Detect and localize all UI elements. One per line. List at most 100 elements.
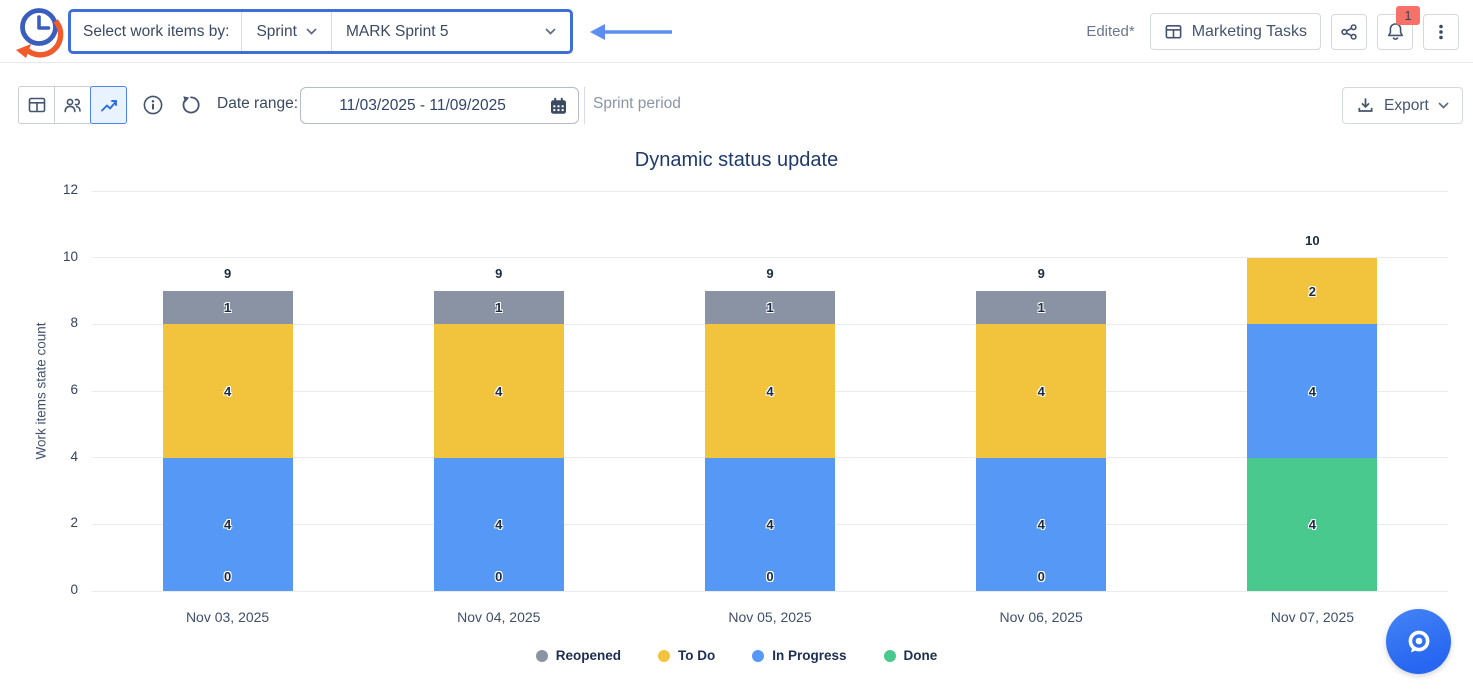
people-icon — [62, 95, 83, 116]
plot-area: 4 4 1 9 0 4 4 1 9 0 4 4 1 9 0 4 4 1 9 0 4 4 2 10 — [92, 191, 1448, 591]
bar-total-label: 9 — [976, 266, 1106, 281]
gridline — [92, 191, 1448, 192]
bar-segment[interactable]: 1 — [434, 291, 564, 324]
bar-total-label: 9 — [434, 266, 564, 281]
y-tick-label: 2 — [30, 515, 78, 530]
calendar-icon[interactable] — [548, 96, 569, 117]
bar-segment[interactable]: 1 — [976, 291, 1106, 324]
refresh-icon[interactable] — [180, 94, 202, 116]
bar-value-label: 4 — [1309, 517, 1316, 532]
bar-zero-label: 0 — [434, 568, 564, 586]
bar-value-label: 1 — [224, 300, 231, 315]
bar-value-label: 4 — [1038, 517, 1045, 532]
legend-label: In Progress — [772, 648, 846, 663]
bar-segment[interactable]: 4 — [1247, 324, 1377, 457]
work-item-selector: Select work items by: Sprint MARK Sprint… — [68, 9, 573, 54]
chevron-down-icon — [306, 28, 317, 35]
chevron-down-icon — [1438, 102, 1449, 109]
bar-value-label: 4 — [224, 517, 231, 532]
share-icon — [1339, 22, 1359, 42]
legend-swatch — [752, 650, 764, 662]
bar-segment[interactable]: 4 — [163, 324, 293, 457]
legend-label: Reopened — [556, 648, 621, 663]
bar-segment[interactable]: 1 — [705, 291, 835, 324]
annotation-arrow-left-icon — [588, 21, 676, 43]
people-view-button[interactable] — [54, 86, 91, 124]
edited-status: Edited* — [1086, 23, 1134, 40]
bar-zero-label: 0 — [705, 568, 835, 586]
bar-segment[interactable]: 4 — [1247, 458, 1377, 591]
x-axis-label: Nov 05, 2025 — [670, 609, 870, 625]
board-button[interactable]: Marketing Tasks — [1150, 13, 1321, 50]
bar-value-label: 4 — [1309, 384, 1316, 399]
bar-segment[interactable]: 1 — [163, 291, 293, 324]
share-button[interactable] — [1331, 14, 1367, 50]
bar-total-label: 10 — [1247, 233, 1377, 248]
time-in-status-logo — [9, 2, 67, 60]
bar-value-label: 1 — [766, 300, 773, 315]
chart-view-button[interactable] — [90, 86, 127, 124]
help-chat-fab[interactable] — [1386, 609, 1451, 674]
export-button[interactable]: Export — [1342, 87, 1463, 124]
download-icon — [1356, 96, 1375, 115]
bar-zero-label: 0 — [163, 568, 293, 586]
line-chart-icon — [99, 95, 119, 115]
bar-value-label: 1 — [495, 300, 502, 315]
sprint-dropdown[interactable]: MARK Sprint 5 — [332, 12, 570, 51]
bar-value-label: 4 — [1038, 384, 1045, 399]
table-icon — [27, 95, 47, 115]
view-toggle-group — [18, 86, 127, 124]
bar-value-label: 4 — [224, 384, 231, 399]
bar-segment[interactable]: 4 — [434, 324, 564, 457]
bar-value-label: 4 — [766, 517, 773, 532]
notifications-button[interactable]: 1 — [1377, 14, 1413, 50]
x-axis-label: Nov 06, 2025 — [941, 609, 1141, 625]
bar-segment[interactable]: 4 — [705, 324, 835, 457]
date-range-input[interactable]: 11/03/2025 - 11/09/2025 — [300, 87, 579, 124]
chart-title: Dynamic status update — [0, 149, 1473, 172]
kebab-menu-icon — [1431, 22, 1451, 42]
more-options-button[interactable] — [1423, 14, 1459, 50]
x-axis-label: Nov 03, 2025 — [128, 609, 328, 625]
bar-value-label: 4 — [495, 517, 502, 532]
legend-item[interactable]: In Progress — [752, 648, 846, 663]
bar-value-label: 1 — [1038, 300, 1045, 315]
legend-item[interactable]: Done — [884, 648, 938, 663]
bar-value-label: 4 — [495, 384, 502, 399]
board-icon — [1164, 22, 1183, 41]
legend-label: Done — [904, 648, 938, 663]
legend-swatch — [536, 650, 548, 662]
bar-segment[interactable]: 4 — [976, 324, 1106, 457]
bar-total-label: 9 — [163, 266, 293, 281]
y-tick-label: 10 — [30, 249, 78, 264]
top-header: Select work items by: Sprint MARK Sprint… — [0, 0, 1473, 63]
bar-zero-label: 0 — [976, 568, 1106, 586]
chevron-down-icon — [545, 28, 556, 35]
y-tick-label: 12 — [30, 182, 78, 197]
group-by-dropdown[interactable]: Sprint — [242, 12, 331, 51]
y-tick-label: 4 — [30, 449, 78, 464]
y-tick-label: 0 — [30, 582, 78, 597]
y-tick-label: 8 — [30, 315, 78, 330]
bar-total-label: 9 — [705, 266, 835, 281]
legend-swatch — [658, 650, 670, 662]
work-item-selector-label: Select work items by: — [71, 23, 241, 41]
x-axis-label: Nov 07, 2025 — [1212, 609, 1412, 625]
date-range-label: Date range: — [217, 95, 298, 113]
notification-badge: 1 — [1396, 6, 1420, 25]
info-icon[interactable] — [142, 94, 164, 116]
bar-value-label: 2 — [1309, 284, 1316, 299]
legend-swatch — [884, 650, 896, 662]
chart-legend: Reopened To Do In Progress Done — [0, 648, 1473, 663]
legend-label: To Do — [678, 648, 715, 663]
bar-value-label: 4 — [766, 384, 773, 399]
bar-segment[interactable]: 2 — [1247, 258, 1377, 325]
legend-item[interactable]: Reopened — [536, 648, 621, 663]
gridline — [92, 257, 1448, 258]
y-tick-label: 6 — [30, 382, 78, 397]
sprint-period-hint: Sprint period — [593, 95, 681, 113]
x-axis-label: Nov 04, 2025 — [399, 609, 599, 625]
table-view-button[interactable] — [18, 86, 55, 124]
divider — [584, 87, 585, 124]
legend-item[interactable]: To Do — [658, 648, 715, 663]
